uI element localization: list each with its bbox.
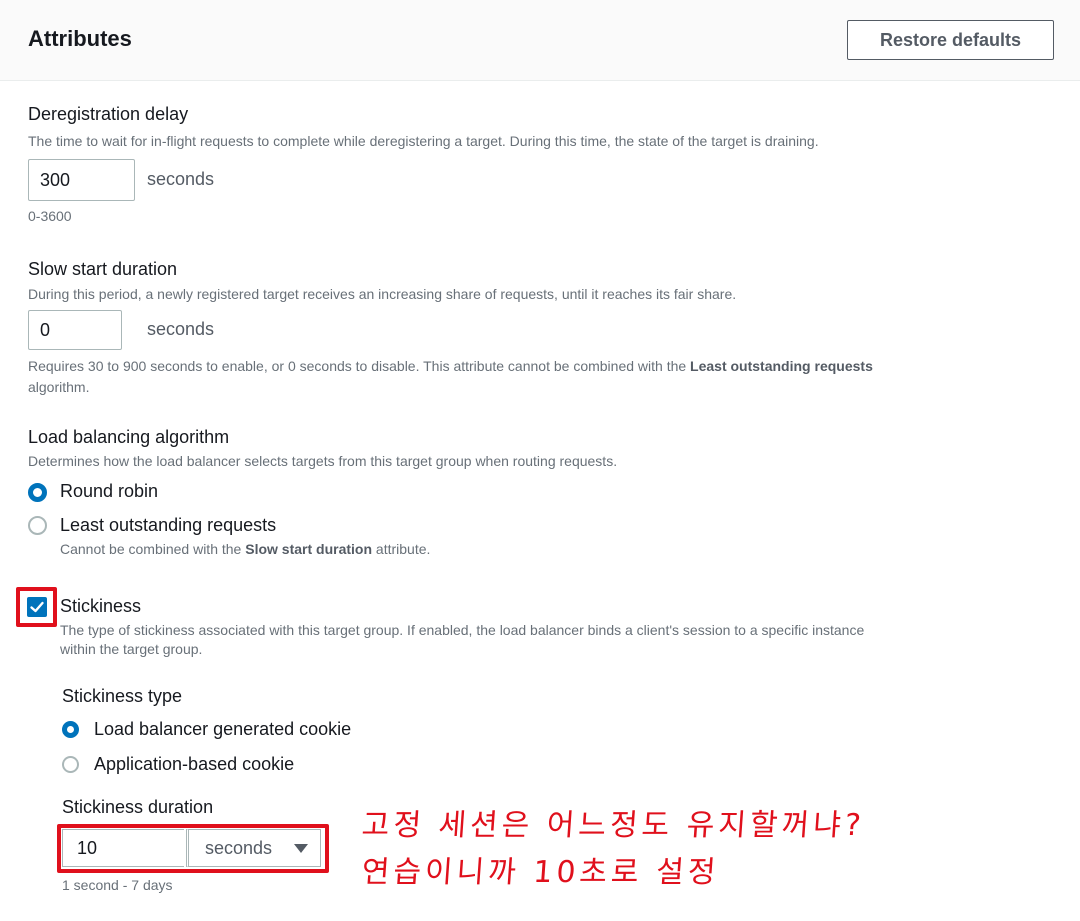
round-robin-label[interactable]: Round robin bbox=[60, 481, 158, 502]
deregistration-delay-unit: seconds bbox=[147, 169, 215, 189]
app-based-cookie-radio[interactable] bbox=[62, 756, 79, 773]
stickiness-description: The type of stickiness associated with t… bbox=[60, 622, 865, 638]
slow-start-description: During this period, a newly registered t… bbox=[28, 286, 737, 302]
round-robin-radio[interactable] bbox=[28, 483, 47, 502]
algorithm-label: Load balancing algorithm bbox=[28, 427, 230, 447]
deregistration-delay-description: The time to wait for in-flight requests … bbox=[28, 133, 819, 149]
stickiness-label[interactable]: Stickiness bbox=[60, 596, 141, 617]
stickiness-type-label: Stickiness type bbox=[62, 686, 183, 706]
deregistration-delay-range: 0-3600 bbox=[28, 208, 72, 224]
least-outstanding-hint: Cannot be combined with the Slow start d… bbox=[60, 541, 431, 557]
deregistration-delay-label: Deregistration delay bbox=[28, 104, 189, 124]
handwritten-annotation-line2: 연습이니까 10초로 설정 bbox=[360, 855, 721, 890]
stickiness-highlight-box bbox=[16, 587, 57, 627]
restore-defaults-button[interactable]: Restore defaults bbox=[847, 20, 1054, 60]
stickiness-description-line2: within the target group. bbox=[60, 641, 203, 657]
duration-highlight-box bbox=[57, 824, 329, 873]
deregistration-delay-input[interactable] bbox=[28, 159, 135, 201]
lb-generated-cookie-radio[interactable] bbox=[62, 721, 79, 738]
attributes-header: Attributes Restore defaults bbox=[0, 0, 1080, 81]
least-outstanding-radio[interactable] bbox=[28, 516, 47, 535]
lb-generated-cookie-label[interactable]: Load balancer generated cookie bbox=[94, 719, 351, 740]
slow-start-hint: Requires 30 to 900 seconds to enable, or… bbox=[28, 358, 873, 374]
page-title: Attributes bbox=[28, 26, 132, 51]
slow-start-label: Slow start duration bbox=[28, 259, 178, 279]
slow-start-input[interactable] bbox=[28, 310, 122, 350]
algorithm-description: Determines how the load balancer selects… bbox=[28, 453, 618, 469]
slow-start-hint-line2: algorithm. bbox=[28, 379, 90, 395]
app-based-cookie-label[interactable]: Application-based cookie bbox=[94, 754, 294, 775]
stickiness-duration-range: 1 second - 7 days bbox=[62, 877, 173, 893]
handwritten-annotation-line1: 고정 세션은 어느정도 유지할꺼냐? bbox=[360, 808, 866, 843]
least-outstanding-label[interactable]: Least outstanding requests bbox=[60, 515, 276, 536]
stickiness-duration-label: Stickiness duration bbox=[62, 797, 214, 817]
slow-start-unit: seconds bbox=[147, 319, 215, 339]
